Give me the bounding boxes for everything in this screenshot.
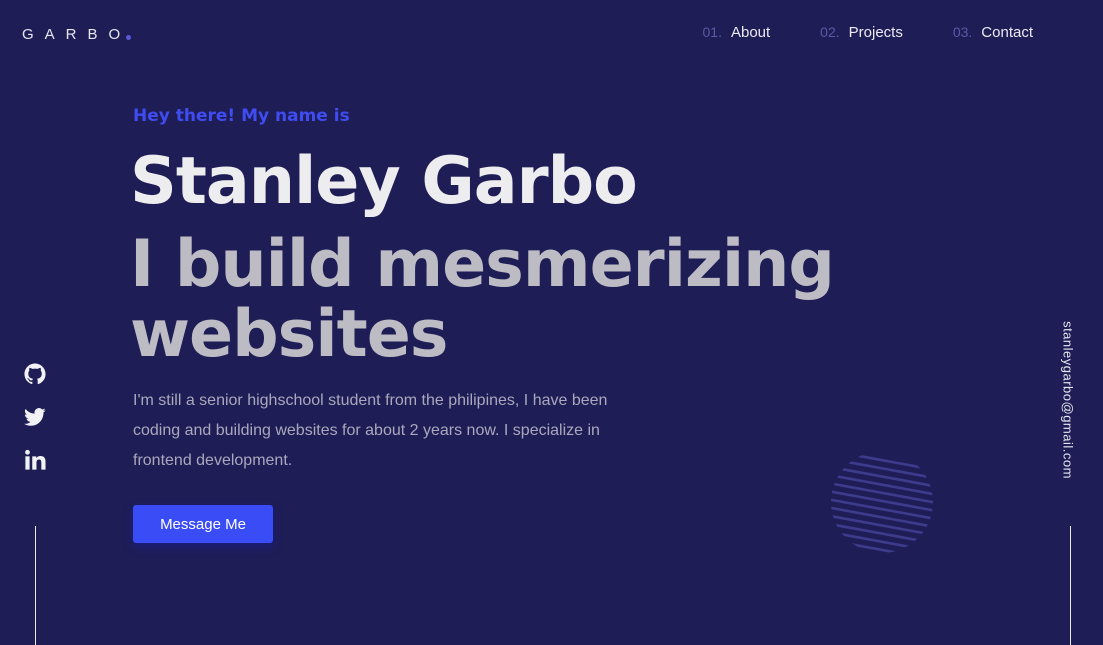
page: GARBO 01. About 02. Projects 03. Contact… [0, 0, 1103, 645]
twitter-icon[interactable] [24, 406, 46, 428]
nav-label[interactable]: Contact [981, 24, 1033, 41]
nav-number: 02. [820, 24, 840, 40]
hero-bio: I'm still a senior highschool student fr… [133, 392, 608, 469]
social-links [24, 363, 46, 471]
nav-item-contact[interactable]: 03. Contact [953, 24, 1033, 41]
nav-item-projects[interactable]: 02. Projects [820, 24, 903, 41]
right-divider-line [1070, 526, 1071, 645]
hero-name: Stanley Garbo [130, 144, 638, 219]
hero-tagline: I build mesmerizing websites [130, 227, 835, 372]
github-icon[interactable] [24, 363, 46, 385]
nav-item-about[interactable]: 01. About [703, 24, 771, 41]
logo[interactable]: GARBO [22, 26, 131, 43]
nav-label[interactable]: About [731, 24, 770, 41]
email-link[interactable]: stanleygarbo@gmail.com [1061, 321, 1076, 479]
nav-label[interactable]: Projects [849, 24, 903, 41]
nav-number: 03. [952, 24, 973, 40]
hero-greeting: Hey there! My name is [133, 106, 350, 126]
message-me-button[interactable]: Message Me [133, 505, 273, 543]
nav-number: 01. [702, 24, 722, 40]
logo-dot [126, 35, 131, 40]
left-divider-line [35, 526, 36, 645]
linkedin-icon[interactable] [24, 449, 46, 471]
main-nav: 01. About 02. Projects 03. Contact [703, 24, 1034, 41]
striped-circle-decoration [831, 451, 933, 553]
